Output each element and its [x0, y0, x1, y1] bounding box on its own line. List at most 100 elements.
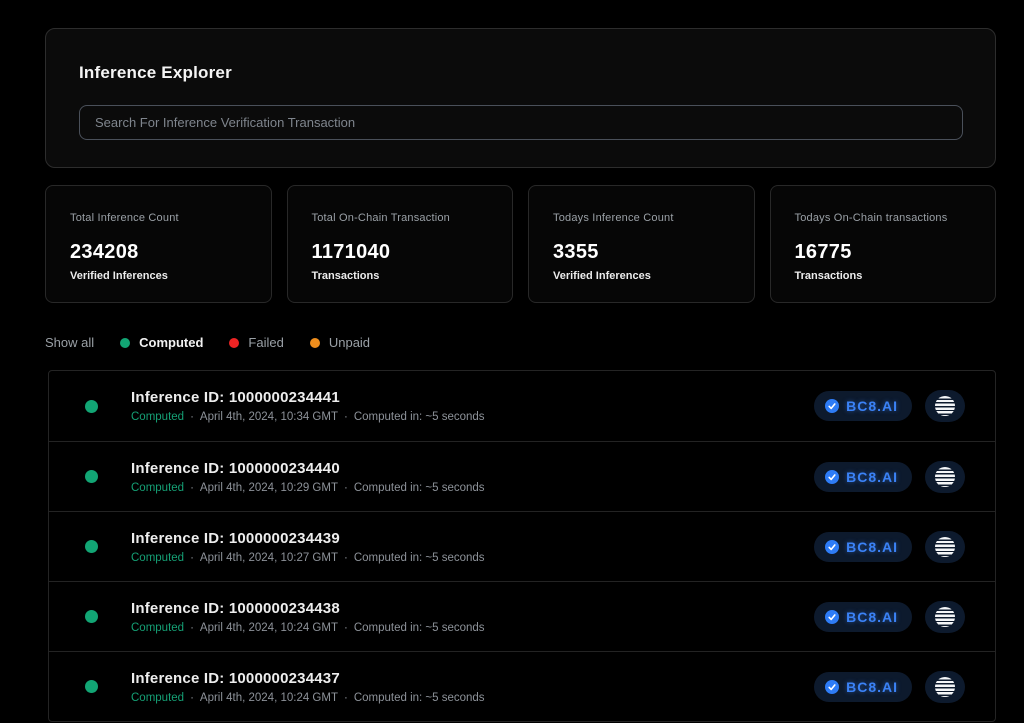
inference-id: Inference ID: 1000000234438 — [131, 600, 485, 617]
stats-row: Total Inference Count 234208 Verified In… — [45, 185, 996, 303]
striped-sphere-icon — [935, 396, 955, 416]
bc8-ai-label: BC8.AI — [846, 398, 898, 414]
inference-row[interactable]: Inference ID: 1000000234438 Computed · A… — [49, 581, 995, 651]
filter-chip-unpaid[interactable]: Unpaid — [310, 335, 370, 350]
separator: · — [190, 482, 194, 494]
separator: · — [190, 622, 194, 634]
header-card: Inference Explorer — [45, 28, 996, 168]
row-text: Inference ID: 1000000234439 Computed · A… — [131, 530, 485, 564]
separator: · — [344, 622, 348, 634]
inference-meta: Computed · April 4th, 2024, 10:24 GMT · … — [131, 692, 485, 704]
timestamp: April 4th, 2024, 10:24 GMT — [200, 692, 338, 704]
verified-check-icon — [825, 540, 839, 554]
bc8-ai-badge[interactable]: BC8.AI — [814, 462, 912, 492]
striped-sphere-icon — [935, 537, 955, 557]
duration: Computed in: ~5 seconds — [354, 552, 485, 564]
striped-sphere-icon — [935, 467, 955, 487]
verified-check-icon — [825, 680, 839, 694]
separator: · — [344, 411, 348, 423]
separator: · — [190, 552, 194, 564]
inference-row[interactable]: Inference ID: 1000000234440 Computed · A… — [49, 441, 995, 511]
inference-row[interactable]: Inference ID: 1000000234437 Computed · A… — [49, 651, 995, 721]
striped-sphere-icon — [935, 677, 955, 697]
failed-dot-icon — [229, 338, 239, 348]
striped-sphere-icon — [935, 607, 955, 627]
inference-meta: Computed · April 4th, 2024, 10:29 GMT · … — [131, 482, 485, 494]
status-dot-icon — [85, 400, 98, 413]
provider-button[interactable] — [925, 461, 965, 493]
row-text: Inference ID: 1000000234440 Computed · A… — [131, 460, 485, 494]
duration: Computed in: ~5 seconds — [354, 622, 485, 634]
stat-sublabel: Transactions — [312, 270, 503, 282]
status-text: Computed — [131, 411, 184, 423]
duration: Computed in: ~5 seconds — [354, 411, 485, 423]
inference-id: Inference ID: 1000000234441 — [131, 389, 485, 406]
filter-chip-computed[interactable]: Computed — [120, 335, 203, 350]
bc8-ai-badge[interactable]: BC8.AI — [814, 602, 912, 632]
separator: · — [344, 552, 348, 564]
inference-list: Inference ID: 1000000234441 Computed · A… — [48, 370, 996, 722]
status-dot-icon — [85, 680, 98, 693]
bc8-ai-label: BC8.AI — [846, 679, 898, 695]
inference-id: Inference ID: 1000000234440 — [131, 460, 485, 477]
bc8-ai-label: BC8.AI — [846, 469, 898, 485]
separator: · — [344, 482, 348, 494]
duration: Computed in: ~5 seconds — [354, 482, 485, 494]
inference-row[interactable]: Inference ID: 1000000234439 Computed · A… — [49, 511, 995, 581]
stat-card-total-inference-count: Total Inference Count 234208 Verified In… — [45, 185, 272, 303]
inference-meta: Computed · April 4th, 2024, 10:24 GMT · … — [131, 622, 485, 634]
inference-explorer-page: Inference Explorer Total Inference Count… — [0, 0, 1024, 722]
verified-check-icon — [825, 610, 839, 624]
stat-card-total-onchain-transaction: Total On-Chain Transaction 1171040 Trans… — [287, 185, 514, 303]
stat-sublabel: Verified Inferences — [553, 270, 744, 282]
filter-chip-failed[interactable]: Failed — [229, 335, 283, 350]
bc8-ai-badge[interactable]: BC8.AI — [814, 391, 912, 421]
filter-bar: Show all Computed Failed Unpaid — [45, 335, 996, 350]
filter-show-all[interactable]: Show all — [45, 335, 94, 350]
bc8-ai-badge[interactable]: BC8.AI — [814, 672, 912, 702]
stat-label: Total Inference Count — [70, 212, 261, 224]
row-text: Inference ID: 1000000234437 Computed · A… — [131, 670, 485, 704]
row-badges: BC8.AI — [814, 601, 965, 633]
stat-value: 1171040 — [312, 241, 503, 264]
stat-card-todays-inference-count: Todays Inference Count 3355 Verified Inf… — [528, 185, 755, 303]
duration: Computed in: ~5 seconds — [354, 692, 485, 704]
row-badges: BC8.AI — [814, 461, 965, 493]
timestamp: April 4th, 2024, 10:27 GMT — [200, 552, 338, 564]
inference-meta: Computed · April 4th, 2024, 10:27 GMT · … — [131, 552, 485, 564]
status-text: Computed — [131, 482, 184, 494]
stat-value: 3355 — [553, 241, 744, 264]
status-text: Computed — [131, 552, 184, 564]
computed-dot-icon — [120, 338, 130, 348]
provider-button[interactable] — [925, 601, 965, 633]
separator: · — [190, 411, 194, 423]
stat-label: Todays On-Chain transactions — [795, 212, 986, 224]
bc8-ai-badge[interactable]: BC8.AI — [814, 532, 912, 562]
provider-button[interactable] — [925, 531, 965, 563]
separator: · — [190, 692, 194, 704]
verified-check-icon — [825, 470, 839, 484]
timestamp: April 4th, 2024, 10:24 GMT — [200, 622, 338, 634]
stat-label: Total On-Chain Transaction — [312, 212, 503, 224]
bc8-ai-label: BC8.AI — [846, 539, 898, 555]
inference-row[interactable]: Inference ID: 1000000234441 Computed · A… — [49, 371, 995, 441]
unpaid-dot-icon — [310, 338, 320, 348]
stat-value: 234208 — [70, 241, 261, 264]
separator: · — [344, 692, 348, 704]
filter-chip-label: Unpaid — [329, 335, 370, 350]
provider-button[interactable] — [925, 390, 965, 422]
timestamp: April 4th, 2024, 10:29 GMT — [200, 482, 338, 494]
row-text: Inference ID: 1000000234438 Computed · A… — [131, 600, 485, 634]
stat-card-todays-onchain-transactions: Todays On-Chain transactions 16775 Trans… — [770, 185, 997, 303]
stat-sublabel: Transactions — [795, 270, 986, 282]
inference-meta: Computed · April 4th, 2024, 10:34 GMT · … — [131, 411, 485, 423]
filter-chip-label: Failed — [248, 335, 283, 350]
stat-sublabel: Verified Inferences — [70, 270, 261, 282]
status-text: Computed — [131, 622, 184, 634]
search-input[interactable] — [79, 105, 963, 140]
timestamp: April 4th, 2024, 10:34 GMT — [200, 411, 338, 423]
page-title: Inference Explorer — [79, 63, 963, 83]
status-dot-icon — [85, 540, 98, 553]
status-dot-icon — [85, 470, 98, 483]
provider-button[interactable] — [925, 671, 965, 703]
